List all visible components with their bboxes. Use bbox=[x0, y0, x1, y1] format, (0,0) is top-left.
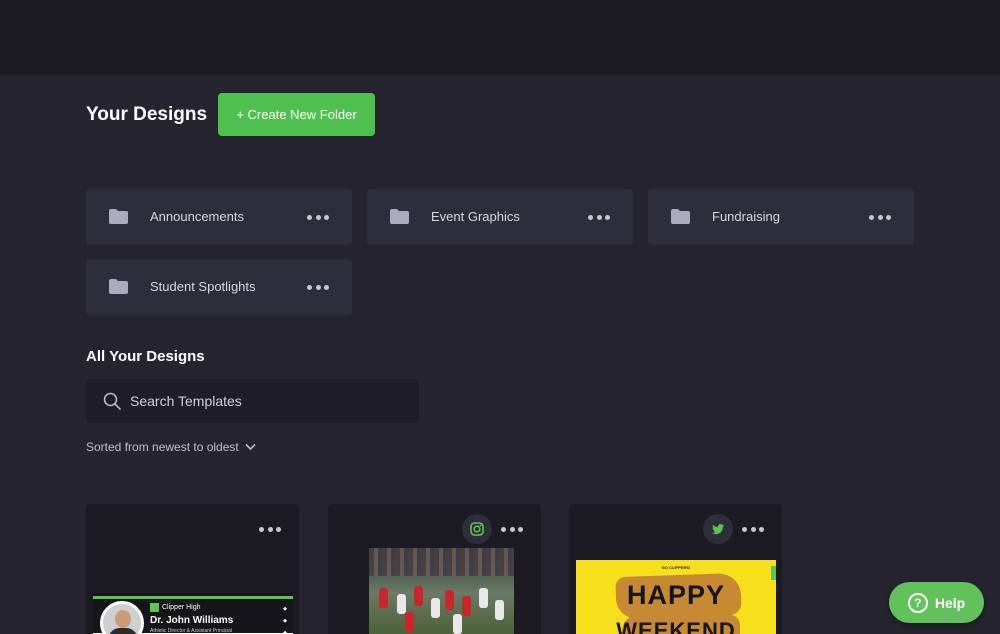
top-bar bbox=[0, 0, 1000, 75]
folder-name: Event Graphics bbox=[431, 209, 520, 224]
preview-school: Clipper High bbox=[162, 604, 201, 611]
help-button[interactable]: ? Help bbox=[889, 582, 984, 623]
more-options-icon[interactable] bbox=[307, 283, 329, 291]
question-icon: ? bbox=[907, 592, 928, 613]
preview-name: Dr. John Williams bbox=[150, 615, 234, 626]
folder-card[interactable]: Announcements bbox=[86, 189, 352, 245]
preview-role: Athletic Director & Assistant Principal bbox=[150, 628, 232, 634]
all-designs-title: All Your Designs bbox=[86, 348, 205, 365]
create-folder-button[interactable]: + Create New Folder bbox=[218, 93, 375, 136]
folder-name: Fundraising bbox=[712, 209, 780, 224]
help-label: Help bbox=[934, 594, 966, 611]
folder-icon bbox=[671, 209, 690, 224]
more-options-icon[interactable] bbox=[588, 213, 610, 221]
twitter-icon[interactable] bbox=[703, 514, 733, 544]
folder-card[interactable]: Event Graphics bbox=[367, 189, 633, 245]
preview-subheadline: WEEKEND bbox=[616, 618, 736, 634]
school-logo-icon bbox=[150, 603, 159, 612]
more-options-icon[interactable] bbox=[307, 213, 329, 221]
design-card[interactable] bbox=[328, 504, 541, 634]
design-thumbnail bbox=[369, 548, 514, 634]
more-options-icon[interactable] bbox=[501, 525, 523, 533]
more-options-icon[interactable] bbox=[259, 525, 281, 533]
sort-label: Sorted from newest to oldest bbox=[86, 440, 239, 454]
preview-small-text: GO CLIPPERS! bbox=[661, 565, 691, 570]
social-links-icon: ◆ ◆ ◆ bbox=[283, 606, 287, 634]
more-options-icon[interactable] bbox=[869, 213, 891, 221]
chevron-down-icon bbox=[245, 443, 256, 451]
folder-icon bbox=[109, 209, 128, 224]
design-thumbnail: GO CLIPPERS! HAPPY WEEKEND bbox=[576, 560, 776, 634]
folder-name: Student Spotlights bbox=[150, 279, 256, 294]
design-thumbnail: Clipper High Dr. John Williams Athletic … bbox=[93, 593, 293, 634]
search-field[interactable]: Search Templates bbox=[86, 379, 419, 423]
instagram-icon[interactable] bbox=[462, 514, 492, 544]
sort-dropdown[interactable]: Sorted from newest to oldest bbox=[86, 440, 256, 454]
folder-card[interactable]: Fundraising bbox=[648, 189, 914, 245]
preview-headline: HAPPY bbox=[626, 580, 726, 610]
search-input[interactable]: Search Templates bbox=[130, 393, 242, 409]
design-card[interactable]: Clipper High Dr. John Williams Athletic … bbox=[86, 504, 299, 634]
folder-icon bbox=[390, 209, 409, 224]
design-card[interactable]: GO CLIPPERS! HAPPY WEEKEND bbox=[569, 504, 782, 634]
page-title: Your Designs bbox=[86, 104, 208, 125]
more-options-icon[interactable] bbox=[742, 525, 764, 533]
folder-card[interactable]: Student Spotlights bbox=[86, 259, 352, 315]
folder-icon bbox=[109, 279, 128, 294]
folder-name: Announcements bbox=[150, 209, 244, 224]
search-icon bbox=[103, 392, 121, 410]
